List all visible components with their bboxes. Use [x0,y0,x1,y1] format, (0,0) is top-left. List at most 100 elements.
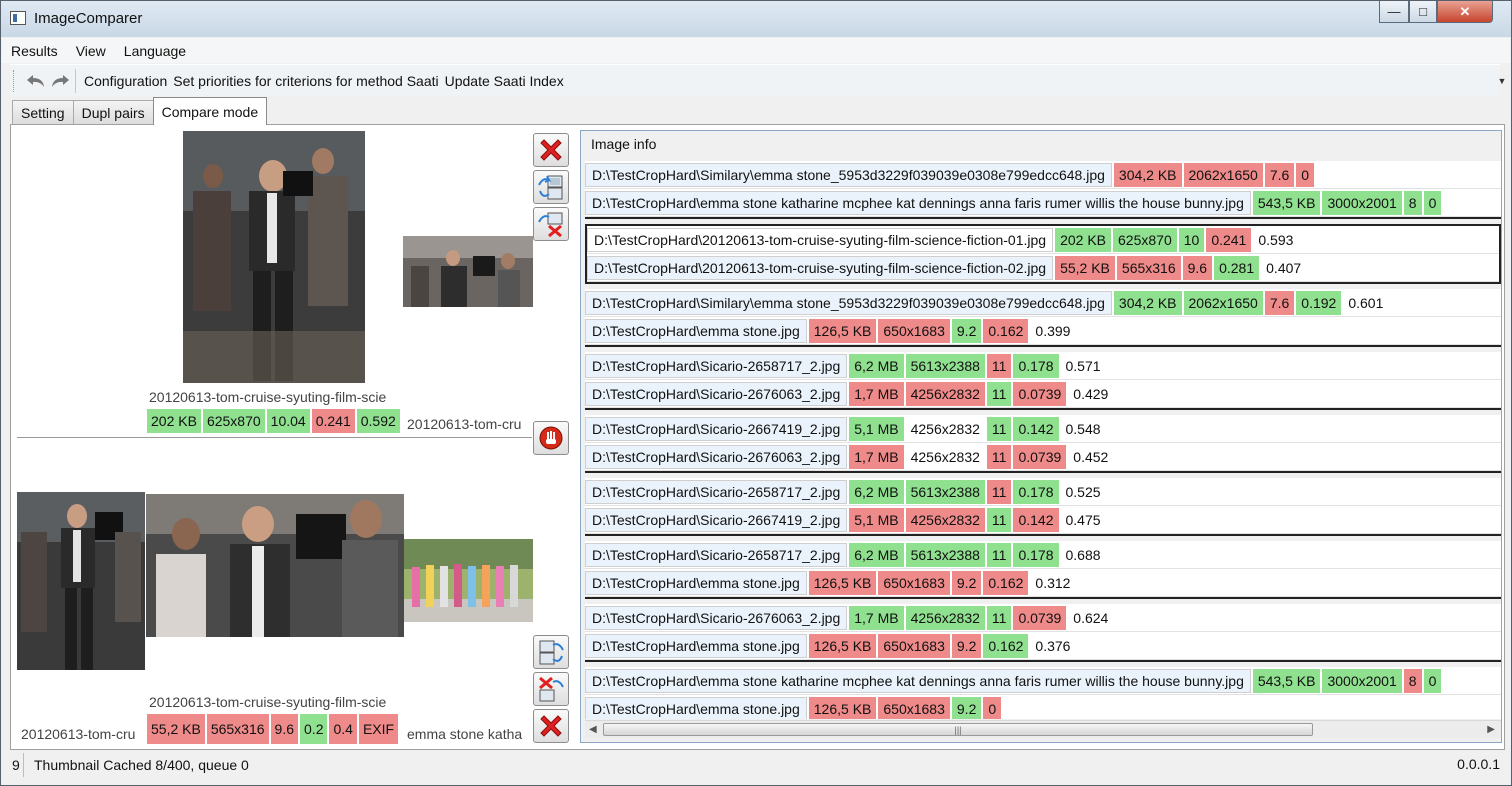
move-delete-top-image-button[interactable] [533,207,569,241]
quality-cell: 8 [1403,668,1422,693]
pair-group[interactable]: D:\TestCropHard\emma stone katharine mcp… [585,667,1501,719]
file-path-cell: D:\TestCropHard\emma stone katharine mcp… [585,190,1251,215]
badge-exif: EXIF [358,714,399,744]
menu-results[interactable]: Results [2,43,67,59]
saati-index-cell: 0.688 [1065,546,1101,563]
pair-row[interactable]: D:\TestCropHard\Similary\emma stone_5953… [585,289,1501,317]
pair-row[interactable]: D:\TestCropHard\Sicario-2676063_2.jpg 1,7… [585,443,1501,471]
menu-language[interactable]: Language [115,43,195,59]
bottom-right-image[interactable] [404,539,533,622]
pair-row[interactable]: D:\TestCropHard\emma stone katharine mcp… [585,667,1501,695]
window-title: ImageComparer [34,10,143,27]
file-path-cell: D:\TestCropHard\Sicario-2667419_2.jpg [585,507,848,532]
pair-row[interactable]: D:\TestCropHard\Similary\emma stone_5953… [585,161,1501,189]
resolution-cell: 2062x1650 [1183,162,1263,187]
pair-row[interactable]: D:\TestCropHard\emma stone.jpg 126,5 KB 65… [585,317,1501,345]
quality-cell: 7.6 [1264,162,1295,187]
pair-row[interactable]: D:\TestCropHard\emma stone katharine mcp… [585,189,1501,217]
top-secondary-image[interactable] [403,236,533,307]
pair-row[interactable]: D:\TestCropHard\emma stone.jpg 126,5 KB 65… [585,695,1501,719]
quality-cell: 11 [986,479,1012,504]
replace-image-icon [539,640,564,665]
pair-group[interactable]: D:\TestCropHard\Sicario-2667419_2.jpg 5,1… [585,415,1501,473]
file-size-cell: 126,5 KB [808,570,877,595]
update-saati-index-button[interactable]: Update Saati Index [442,73,567,89]
scroll-left-icon[interactable]: ◀ [589,724,597,735]
status-bar: 9 Thumbnail Cached 8/400, queue 0 0.0.0.… [2,753,1510,777]
pair-row[interactable]: D:\TestCropHard\Sicario-2676063_2.jpg 1,7… [585,380,1501,408]
sharpness-cell: 0.0739 [1013,605,1067,630]
sharpness-cell: 0.162 [983,633,1029,658]
delete-top-image-button[interactable] [533,133,569,167]
sharpness-cell: 0.162 [983,570,1029,595]
toolbar-overflow-icon[interactable]: ▼ [1496,65,1508,97]
saati-index-cell: 0.376 [1035,637,1071,654]
undo-arrow-icon[interactable] [24,69,48,93]
pair-group[interactable]: D:\TestCropHard\Sicario-2658717_2.jpg 6,2… [585,352,1501,410]
replace-image-icon [538,175,563,200]
pair-row[interactable]: D:\TestCropHard\Sicario-2676063_2.jpg 1,7… [585,604,1501,632]
badge-quality: 10.04 [266,409,310,433]
pair-group[interactable]: D:\TestCropHard\Sicario-2676063_2.jpg 1,7… [585,604,1501,662]
pair-row[interactable]: D:\TestCropHard\emma stone.jpg 126,5 KB 65… [585,569,1501,597]
move-top-image-button[interactable] [533,170,569,204]
bottom-main-filename: 20120613-tom-cruise-syuting-film-scie [149,694,387,710]
scrollbar-thumb[interactable]: ||| [603,723,1313,736]
pair-row[interactable]: D:\TestCropHard\Sicario-2658717_2.jpg 6,2… [585,352,1501,380]
menu-bar: Results View Language [2,38,1510,63]
file-size-cell: 5,1 MB [849,416,904,441]
saati-index-cell: 0.601 [1348,294,1384,311]
move-bottom-image-button[interactable] [533,635,569,669]
horizontal-scrollbar[interactable]: ◀ ||| ▶ [585,720,1501,738]
top-main-image[interactable] [183,131,365,383]
close-icon: ✕ [1459,3,1471,19]
tab-compare-mode[interactable]: Compare mode [152,97,268,125]
saati-index-cell: 0.312 [1035,574,1071,591]
compare-mode-panel: 20120613-tom-cruise-syuting-film-scie 20… [10,124,1505,750]
pair-row[interactable]: D:\TestCropHard\Sicario-2667419_2.jpg 5,1… [585,506,1501,534]
toolbar: Configuration Set priorities for criteri… [10,64,1506,96]
tab-dupl-pairs[interactable]: Dupl pairs [72,100,154,125]
app-window: ImageComparer — □ ✕ Results View Languag… [0,0,1512,786]
scroll-right-icon[interactable]: ▶ [1487,724,1495,735]
toolbar-grip[interactable] [13,69,16,92]
minimize-button[interactable]: — [1379,1,1409,23]
pair-group[interactable]: D:\TestCropHard\Sicario-2658717_2.jpg 6,2… [585,541,1501,599]
pair-row[interactable]: D:\TestCropHard\Sicario-2667419_2.jpg 5,1… [585,415,1501,443]
saati-index-cell: 0.399 [1035,322,1071,339]
replace-delete-icon [539,676,564,702]
pair-group[interactable]: D:\TestCropHard\Sicario-2658717_2.jpg 6,2… [585,478,1501,536]
quality-cell: 9.6 [1182,255,1213,280]
menu-view[interactable]: View [67,43,115,59]
file-size-cell: 6,2 MB [849,542,904,567]
quality-cell: 11 [986,605,1012,630]
sharpness-cell: 0.142 [1013,507,1059,532]
pair-row[interactable]: D:\TestCropHard\Sicario-2658717_2.jpg 6,2… [585,541,1501,569]
pair-row[interactable]: D:\TestCropHard\20120613-tom-cruise-syut… [587,254,1499,282]
delete-bottom-image-button[interactable] [533,709,569,743]
pair-row[interactable]: D:\TestCropHard\emma stone.jpg 126,5 KB 65… [585,632,1501,660]
pair-group[interactable]: D:\TestCropHard\20120613-tom-cruise-syut… [585,224,1501,284]
tab-setting[interactable]: Setting [12,100,74,125]
quality-cell: 9.2 [951,633,982,658]
sharpness-cell: 0.241 [1206,227,1252,252]
move-delete-bottom-image-button[interactable] [533,672,569,706]
close-window-button[interactable]: ✕ [1437,1,1493,23]
saati-index-cell: 0.571 [1065,357,1101,374]
pair-row[interactable]: D:\TestCropHard\20120613-tom-cruise-syut… [587,226,1499,254]
configuration-button[interactable]: Configuration [81,73,170,89]
pair-row[interactable]: D:\TestCropHard\Sicario-2658717_2.jpg 6,2… [585,478,1501,506]
sharpness-cell: 0.178 [1013,479,1059,504]
file-size-cell: 1,7 MB [849,381,904,406]
file-size-cell: 202 KB [1055,227,1112,252]
quality-cell: 9.2 [951,318,982,343]
pair-group[interactable]: D:\TestCropHard\Similary\emma stone_5953… [585,161,1501,219]
pair-group[interactable]: D:\TestCropHard\Similary\emma stone_5953… [585,289,1501,347]
stop-button[interactable] [533,421,569,455]
maximize-button[interactable]: □ [1409,1,1437,23]
bottom-main-image[interactable] [146,494,404,637]
bottom-left-image[interactable] [17,492,145,670]
redo-arrow-icon[interactable] [48,69,72,93]
set-priorities-button[interactable]: Set priorities for criterions for method… [170,73,441,89]
resolution-cell: 4256x2832 [905,381,985,406]
